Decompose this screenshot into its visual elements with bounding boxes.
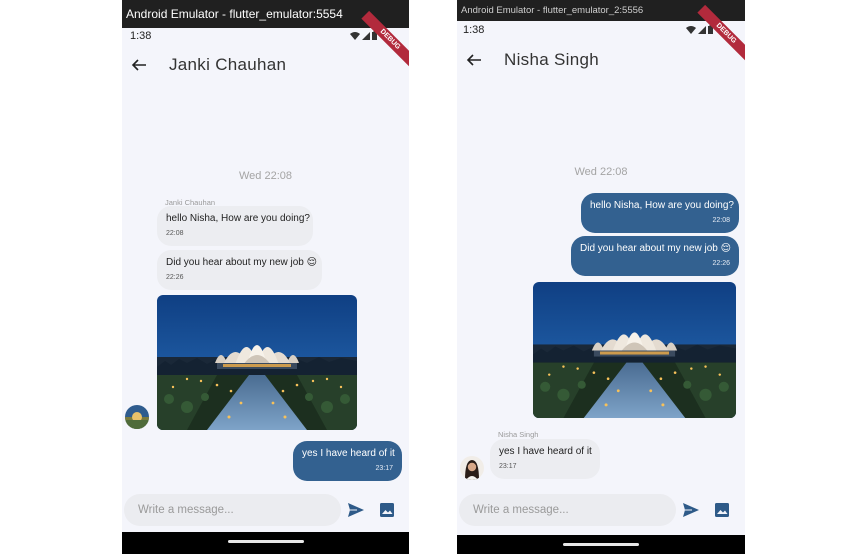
avatar xyxy=(460,456,484,480)
message-text: yes I have heard of it xyxy=(302,448,395,459)
app-bar: Nisha Singh xyxy=(457,45,745,75)
status-icons xyxy=(686,25,713,34)
message-bubble[interactable]: Did you hear about my new job 😌 22:26 xyxy=(157,250,322,290)
message-text: hello Nisha, How are you doing? xyxy=(590,200,734,211)
message-time: 22:08 xyxy=(166,230,184,237)
message-time: 22:26 xyxy=(712,260,730,267)
message-bubble[interactable]: hello Nisha, How are you doing? 22:08 xyxy=(581,193,739,233)
message-input[interactable]: Write a message... xyxy=(459,494,676,526)
app-bar: Janki Chauhan xyxy=(122,50,409,80)
arrow-back-icon[interactable] xyxy=(466,52,482,68)
message-text: Did you hear about my new job 😌 xyxy=(580,243,732,254)
date-separator: Wed 22:08 xyxy=(574,166,628,178)
sender-name: Nisha Singh xyxy=(498,430,539,439)
emulator-window-right: Android Emulator - flutter_emulator_2:55… xyxy=(457,0,745,554)
message-bubble[interactable]: hello Nisha, How are you doing? 22:08 xyxy=(157,206,313,246)
system-nav-bar xyxy=(122,532,409,554)
message-time: 22:08 xyxy=(712,217,730,224)
status-time: 1:38 xyxy=(130,30,152,42)
chat-title: Nisha Singh xyxy=(504,50,599,69)
home-indicator[interactable] xyxy=(227,540,304,543)
avatar xyxy=(125,405,149,429)
message-time: 23:17 xyxy=(375,465,393,472)
message-time: 23:17 xyxy=(499,463,517,470)
message-bubble[interactable]: Did you hear about my new job 😌 22:26 xyxy=(571,236,739,276)
status-icons xyxy=(350,31,377,40)
message-text: yes I have heard of it xyxy=(499,446,592,457)
home-indicator[interactable] xyxy=(563,543,639,546)
lotus-temple-photo[interactable] xyxy=(157,295,357,430)
message-bubble[interactable]: yes I have heard of it 23:17 xyxy=(490,439,600,479)
emulator-window-left: Android Emulator - flutter_emulator:5554… xyxy=(122,0,409,554)
date-separator: Wed 22:08 xyxy=(238,170,292,182)
wifi-icon xyxy=(686,25,696,34)
message-text: hello Nisha, How are you doing? xyxy=(166,213,310,224)
send-icon[interactable] xyxy=(682,501,700,519)
signal-icon xyxy=(362,31,370,40)
message-bubble[interactable]: yes I have heard of it 23:17 xyxy=(293,441,402,481)
message-time: 22:26 xyxy=(166,274,184,281)
status-time: 1:38 xyxy=(463,24,485,36)
arrow-back-icon[interactable] xyxy=(131,57,147,73)
send-icon[interactable] xyxy=(347,501,365,519)
message-input[interactable]: Write a message... xyxy=(124,494,341,526)
chat-title: Janki Chauhan xyxy=(169,55,287,74)
image-icon[interactable] xyxy=(713,501,731,519)
system-nav-bar xyxy=(457,535,745,554)
wifi-icon xyxy=(350,31,360,40)
message-text: Did you hear about my new job 😌 xyxy=(166,257,318,268)
signal-icon xyxy=(698,25,706,34)
lotus-temple-photo[interactable] xyxy=(533,282,736,418)
image-icon[interactable] xyxy=(378,501,396,519)
